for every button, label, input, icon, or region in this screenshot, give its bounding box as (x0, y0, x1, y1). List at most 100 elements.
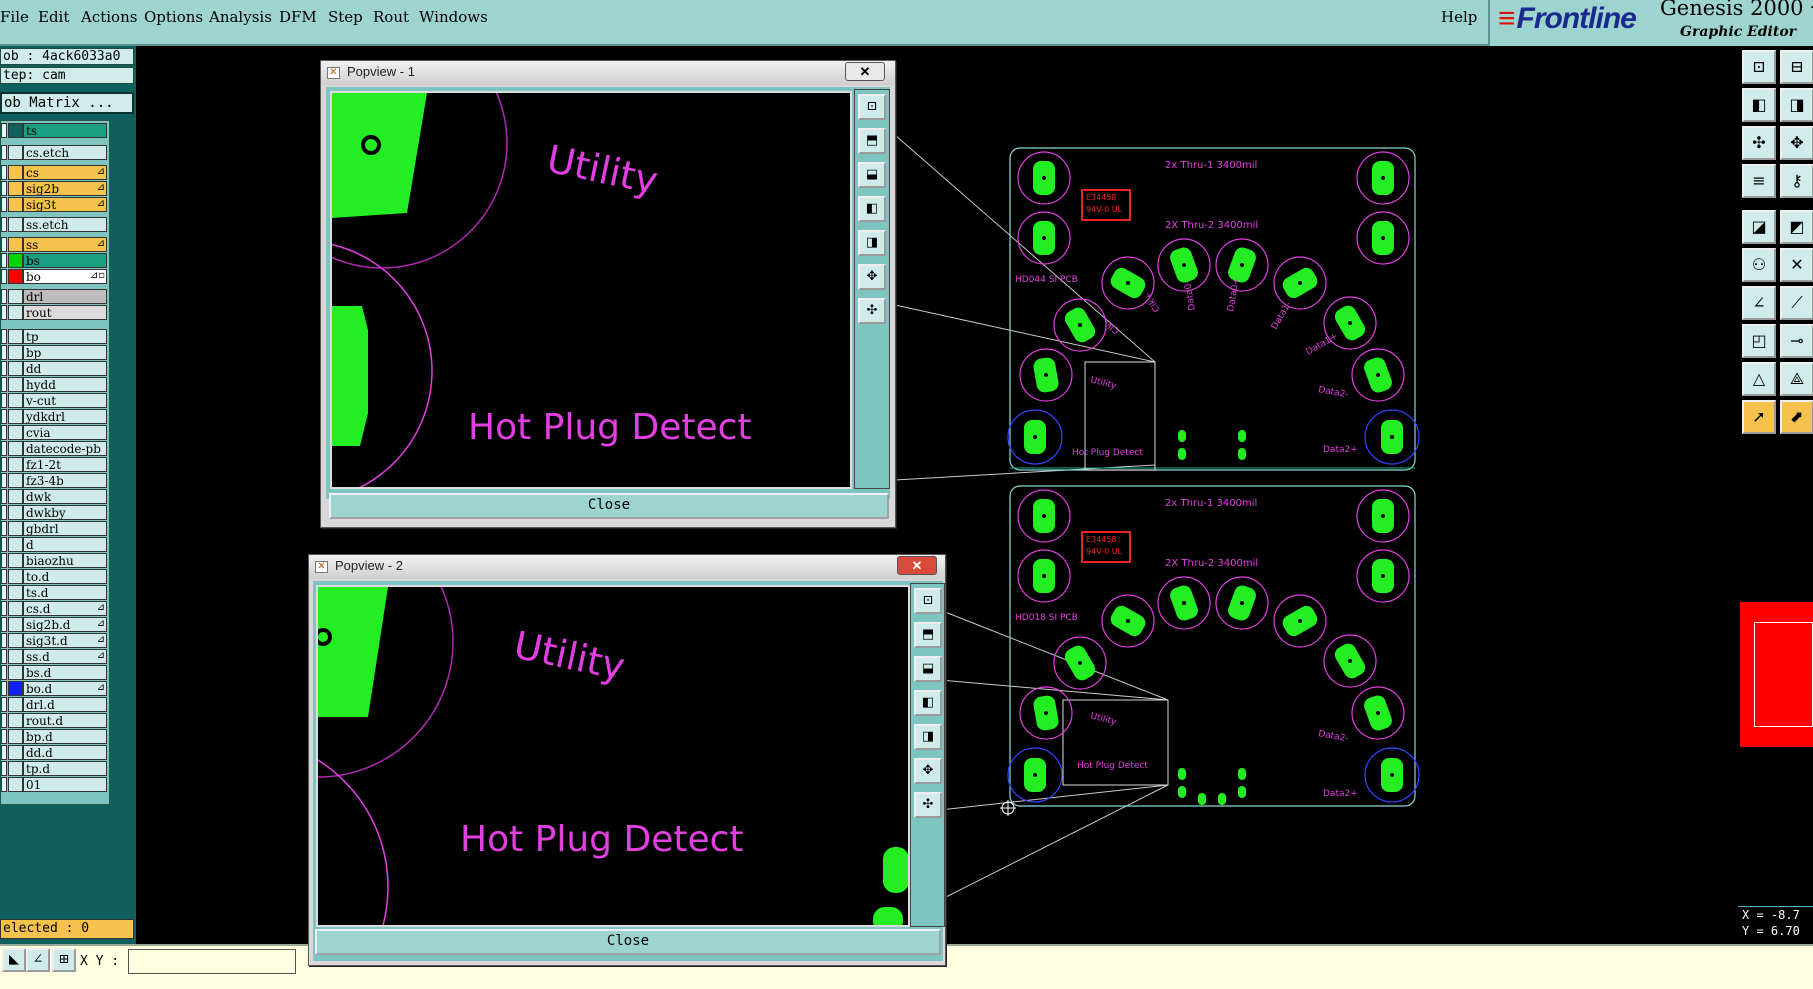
popview-1-hpd-label: Hot Plug Detect (468, 407, 752, 448)
board-label-data0m: Data0- (1183, 279, 1198, 311)
popview-1-canvas[interactable]: Utility Hot Plug Detect (330, 91, 852, 489)
pv1-pan-down-icon[interactable]: ⬓ (858, 162, 886, 188)
drill-hole (1182, 263, 1186, 267)
board-label-data2m: Data2- (1317, 385, 1349, 400)
drill-hole (1033, 435, 1037, 439)
drill-hole (1381, 574, 1385, 578)
draw-line-icon[interactable]: ⟋ (1780, 286, 1813, 320)
view-window (1754, 622, 1813, 727)
popview-2-close-button[interactable]: Close (315, 929, 941, 955)
board2-label-data2p: Data2+ (1323, 789, 1358, 799)
zoom-center-icon[interactable]: ✥ (1780, 126, 1813, 160)
board-label-data1m: Data1- (1270, 300, 1294, 331)
popview-1-close-x[interactable]: ✕ (845, 62, 885, 81)
pan-left-icon[interactable]: ◧ (1742, 88, 1776, 122)
smd-pad (1178, 430, 1186, 442)
drill-hole (1042, 514, 1046, 518)
drill-hole (1044, 711, 1048, 715)
pan-right-icon[interactable]: ◨ (1780, 88, 1813, 122)
key-icon[interactable]: ⚷ (1780, 164, 1813, 198)
select-box-icon[interactable]: ⬈ (1780, 400, 1813, 434)
drill-hole (1348, 321, 1352, 325)
board-label-thru2: 2X Thru-2 3400mil (1165, 220, 1258, 231)
shape-icon[interactable]: ◰ (1742, 324, 1776, 358)
drill-hole (1042, 574, 1046, 578)
angle-icon[interactable]: ∠ (26, 948, 50, 972)
triangle2-icon[interactable]: ⟁ (1780, 362, 1813, 396)
draw-angle-icon[interactable]: ∠ (1742, 286, 1776, 320)
zoom-fit-icon[interactable]: ⊡ (1742, 50, 1776, 84)
board-label-thru1: 2x Thru-1 3400mil (1165, 160, 1257, 171)
popview-2-utility-label: Utility (510, 623, 628, 689)
smd-pad (1178, 768, 1186, 780)
popview-2-close-x[interactable]: ✕ (897, 556, 937, 575)
pv1-pan-up-icon[interactable]: ⬒ (858, 128, 886, 154)
board2-label-hpd: Hot Plug Detect (1077, 761, 1148, 771)
zoom-window-icon[interactable]: ⊟ (1780, 50, 1813, 84)
pv1-zoom-fit-icon[interactable]: ⊡ (858, 94, 886, 120)
grid-icon[interactable]: ⊞ (52, 948, 76, 972)
drill-hole (1044, 373, 1048, 377)
popview-2-canvas[interactable]: Utility Hot Plug Detect (316, 585, 910, 927)
popview-2-drawing: Utility Hot Plug Detect (318, 587, 908, 925)
select-arrow-icon[interactable]: ➚ (1742, 400, 1776, 434)
cross-icon[interactable]: ✕ (1780, 248, 1813, 282)
ruler-icon[interactable]: ≡ (1742, 164, 1776, 198)
zoom-home-icon[interactable]: ✣ (1742, 126, 1776, 160)
popview-2-titlebar[interactable]: ✕ Popview - 2 (309, 555, 945, 579)
pv2-zoom-out-icon[interactable]: ✥ (914, 758, 942, 784)
smd-pad (1198, 793, 1206, 805)
drill-hole (1042, 176, 1046, 180)
smd-pad (1238, 786, 1246, 798)
drill-hole (1348, 659, 1352, 663)
measure-icon[interactable]: ◣ (2, 948, 26, 972)
pv1-pan-right-icon[interactable]: ◨ (858, 230, 886, 256)
drill-hole (1042, 236, 1046, 240)
drill-hole (1078, 323, 1082, 327)
pad-icon[interactable]: ◪ (1742, 210, 1776, 244)
board-label-data1p: Data1+ (1305, 332, 1340, 358)
popview-1-close-button[interactable]: Close (329, 493, 889, 519)
pv1-zoom-in-icon[interactable]: ✣ (858, 298, 886, 324)
pv2-pan-left-icon[interactable]: ◧ (914, 690, 942, 716)
window-icon: ✕ (327, 67, 340, 79)
popview-1-titlebar[interactable]: ✕ Popview - 1 (321, 61, 895, 85)
popview-2-window: ✕ Popview - 2 ✕ Utility Hot Plug Detect ⊡… (308, 554, 946, 966)
triangle-icon[interactable]: △ (1742, 362, 1776, 396)
drill-hole (1126, 619, 1130, 623)
xy-input[interactable] (128, 949, 296, 974)
bottom-buttons: ◣ ∠ ⊞ (0, 946, 78, 976)
pv2-pan-right-icon[interactable]: ◨ (914, 724, 942, 750)
drill-hole (1390, 435, 1394, 439)
svg-text:E34458: E34458 (1086, 193, 1117, 202)
segment-icon[interactable]: ⊸ (1780, 324, 1813, 358)
pv1-zoom-out-icon[interactable]: ✥ (858, 264, 886, 290)
ul-logo: E34458 94V-0 UL E34458 94V-0 UL (1081, 189, 1131, 563)
drill-hole (1126, 281, 1130, 285)
coord-y: Y = 6.70 (1742, 924, 1800, 938)
line-icon[interactable]: ◩ (1780, 210, 1813, 244)
drill-hole (1381, 176, 1385, 180)
drill-hole (1381, 514, 1385, 518)
pv2-pan-up-icon[interactable]: ⬒ (914, 622, 942, 648)
pv1-pan-left-icon[interactable]: ◧ (858, 196, 886, 222)
connect-icon[interactable]: ⚇ (1742, 248, 1776, 282)
board2-label-thru2: 2X Thru-2 3400mil (1165, 558, 1258, 569)
pcb-pads (1007, 151, 1420, 805)
overview-thumbnail[interactable] (1740, 602, 1813, 747)
xy-label: X Y : (80, 954, 120, 969)
drill-hole (1298, 619, 1302, 623)
svg-text:94V-0 UL: 94V-0 UL (1086, 547, 1123, 556)
pv2-zoom-fit-icon[interactable]: ⊡ (914, 588, 942, 614)
popview-2-hpd-label: Hot Plug Detect (460, 819, 744, 860)
pv2-pan-down-icon[interactable]: ⬓ (914, 656, 942, 682)
svg-text:E34458: E34458 (1086, 535, 1117, 544)
drill-hole (1033, 773, 1037, 777)
board-label-hd: HD044 SI PCB (1015, 275, 1078, 285)
drill-hole (1376, 373, 1380, 377)
board-label-utility: Utility (1089, 375, 1118, 392)
pv2-zoom-in-icon[interactable]: ✣ (914, 792, 942, 818)
smd-pad (1218, 793, 1226, 805)
smd-pad (1178, 448, 1186, 460)
drill-hole (1381, 236, 1385, 240)
